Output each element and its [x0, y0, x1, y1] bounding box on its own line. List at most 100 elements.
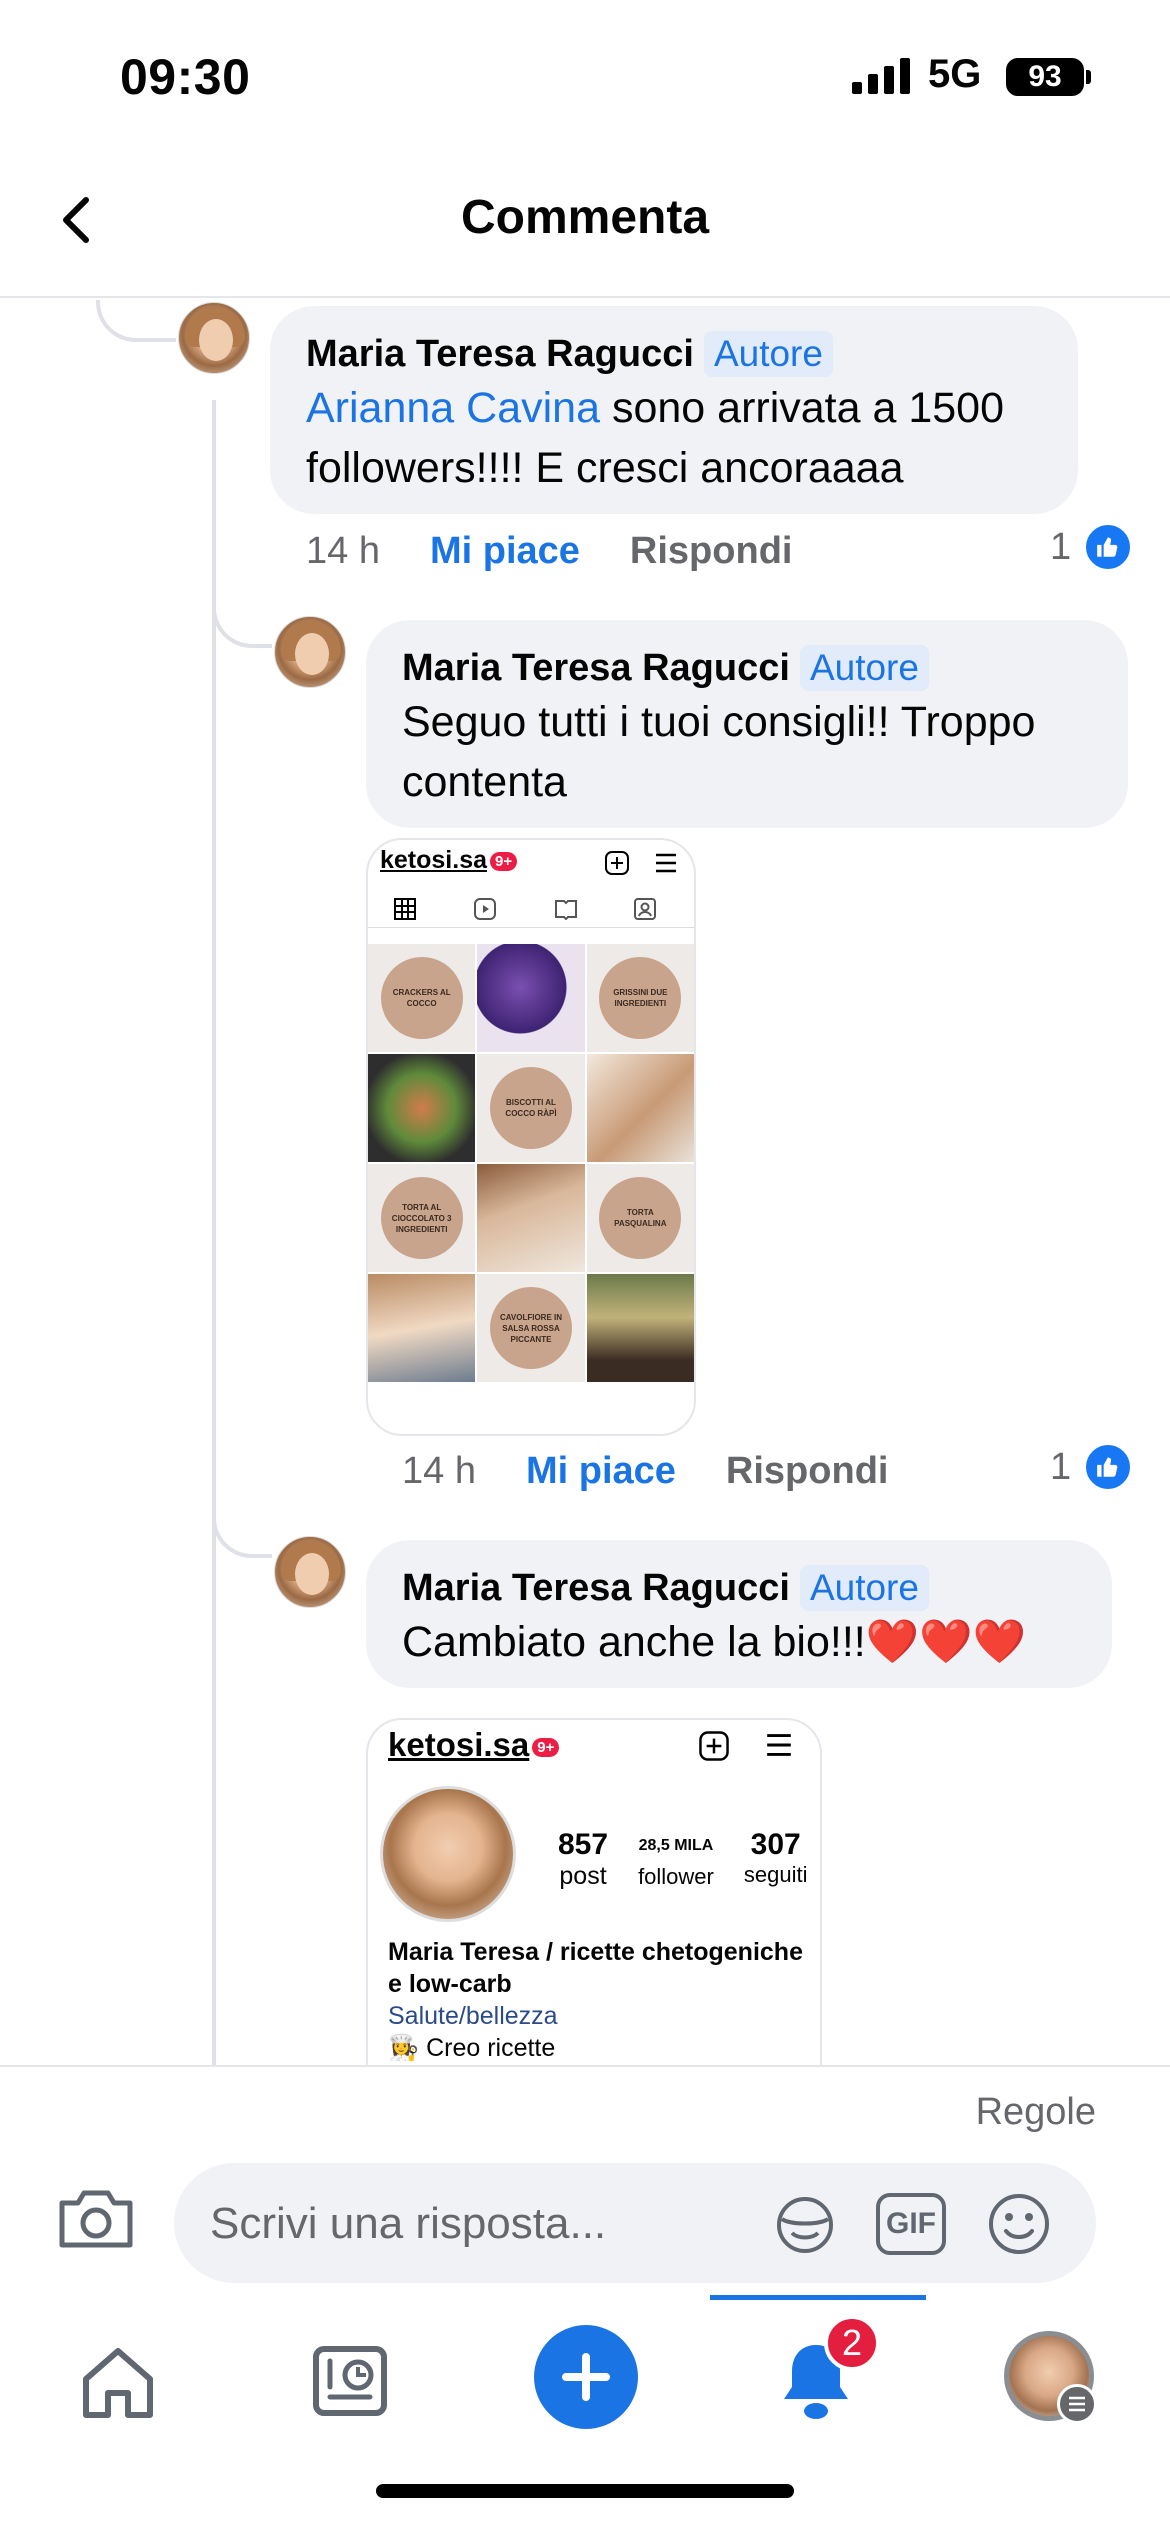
thread-line: [212, 400, 216, 2065]
bio-name: Maria Teresa / ricette chetogeniche e lo…: [388, 1938, 803, 1998]
grid-tile-photo: [368, 1054, 476, 1162]
reaction-count: 1: [1050, 1445, 1072, 1488]
page-title: Commenta: [460, 191, 710, 244]
ig-post-grid: CRACKERS AL COCCO GRISSINI DUE INGREDIEN…: [368, 944, 694, 1382]
comment-thread[interactable]: Maria Teresa Ragucci Autore Arianna Cavi…: [0, 300, 1170, 2065]
menu-icon: [656, 853, 676, 873]
comment-text: Cambiato anche la bio!!!❤️❤️❤️: [402, 1618, 1027, 1666]
comment-time: 14 h: [306, 529, 380, 572]
posts-count: 857: [558, 1828, 609, 1861]
emoji-icon[interactable]: [984, 2189, 1054, 2259]
grid-tile-photo: [586, 1274, 694, 1382]
menu-icon: [1057, 2384, 1097, 2424]
add-icon: [699, 1731, 729, 1761]
grid-tile-photo: [586, 1054, 694, 1162]
grid-tile: GRISSINI DUE INGREDIENTI: [586, 944, 694, 1052]
battery-icon: 93: [1006, 58, 1084, 96]
signal-icon: [852, 58, 910, 94]
grid-tile: CRACKERS AL COCCO: [368, 944, 476, 1052]
rules-link[interactable]: Regole: [976, 2091, 1096, 2134]
comment-actions: 14 h Mi piace Rispondi: [306, 526, 792, 576]
avatar-sticker-icon[interactable]: [770, 2189, 840, 2259]
home-icon[interactable]: [68, 2331, 168, 2431]
profile-menu-avatar[interactable]: [1004, 2331, 1097, 2424]
following-label: seguiti: [743, 1862, 808, 1887]
grid-tile: BISCOTTI AL COCCO RÀPÌ: [477, 1054, 585, 1162]
status-bar: 09:30 5G 93: [0, 0, 1170, 150]
grid-tile: TORTA AL CIOCCOLATO 3 INGREDIENTI: [368, 1164, 476, 1272]
thumbs-up-icon: [1083, 522, 1134, 572]
reaction-summary[interactable]: 1: [1050, 1442, 1134, 1492]
reply-connector: [212, 1480, 272, 1558]
mention-link[interactable]: Arianna Cavina: [306, 384, 600, 432]
reaction-count: 1: [1050, 525, 1072, 568]
reply-button[interactable]: Rispondi: [630, 530, 793, 573]
ig-tabs: [368, 888, 694, 928]
active-tab-indicator: [710, 2295, 926, 2300]
ig-notif-badge: 9+: [490, 851, 518, 871]
followers-label: follower: [638, 1864, 714, 1889]
comment-time: 14 h: [402, 1449, 476, 1492]
grid-icon: [394, 898, 416, 920]
page-header: Commenta: [0, 150, 1170, 298]
grid-tile-photo: [477, 944, 585, 1052]
avatar[interactable]: [274, 1536, 346, 1608]
author-badge: Autore: [703, 331, 833, 377]
home-indicator: [376, 2484, 794, 2498]
attached-screenshot[interactable]: ketosi.sa 9+ CRACKERS AL COCCO GRISSINI D…: [366, 838, 696, 1436]
followers-count: 28,5 MILA: [638, 1837, 714, 1854]
attached-screenshot[interactable]: ketosi.sa 9+ 857 post 28,5 MILA follower 30…: [366, 1718, 822, 2065]
grid-tile-photo: [477, 1164, 585, 1272]
dashboard-icon[interactable]: [300, 2331, 400, 2431]
ig-handle: ketosi.sa 9+: [388, 1726, 560, 1764]
ig-bio: Maria Teresa / ricette chetogeniche e lo…: [388, 1936, 808, 2064]
comment-text: Seguo tutti i tuoi consigli!! Troppo con…: [402, 698, 1036, 806]
comment-bubble[interactable]: Maria Teresa Ragucci Autore Arianna Cavi…: [270, 306, 1078, 514]
add-icon: [605, 851, 629, 875]
following-count: 307: [750, 1828, 801, 1861]
thumbs-up-icon: [1083, 1442, 1134, 1492]
grid-tile: TORTA PASQUALINA: [586, 1164, 694, 1272]
network-label: 5G: [928, 52, 982, 96]
plus-icon: [562, 2353, 610, 2401]
status-time: 09:30: [120, 49, 251, 105]
reply-input[interactable]: Scrivi una risposta... GIF: [174, 2163, 1096, 2283]
author-badge: Autore: [799, 1565, 929, 1611]
like-button[interactable]: Mi piace: [430, 530, 580, 573]
battery-tip: [1086, 70, 1091, 84]
grid-tile-photo: [368, 1274, 476, 1382]
bio-category: Salute/bellezza: [388, 2002, 558, 2030]
comment-author[interactable]: Maria Teresa Ragucci: [306, 333, 694, 376]
comment-author[interactable]: Maria Teresa Ragucci: [402, 647, 790, 690]
posts-label: post: [559, 1862, 607, 1890]
guide-icon: [555, 900, 577, 920]
avatar[interactable]: [274, 616, 346, 688]
grid-tile: CAVOLFIORE IN SALSA ROSSA PICCANTE: [477, 1274, 585, 1382]
notifications-badge: 2: [824, 2315, 880, 2371]
battery-level: 93: [1028, 60, 1062, 93]
reply-button[interactable]: Rispondi: [726, 1450, 889, 1493]
ig-profile-stats: 857 post 28,5 MILA follower 307 seguiti: [558, 1828, 807, 1891]
reply-composer: Regole Scrivi una risposta... GIF: [0, 2065, 1170, 2295]
comment-text: Arianna Cavina sono arrivata a 1500 foll…: [306, 384, 1005, 492]
reply-connector: [212, 550, 272, 648]
menu-icon: [767, 1734, 791, 1756]
comment-author[interactable]: Maria Teresa Ragucci: [402, 1567, 790, 1610]
reaction-summary[interactable]: 1: [1050, 522, 1134, 572]
ig-notif-badge: 9+: [532, 1737, 560, 1757]
thread-connector: [96, 300, 176, 342]
ig-handle: ketosi.sa 9+: [380, 846, 518, 875]
avatar[interactable]: [178, 302, 250, 374]
gif-button[interactable]: GIF: [876, 2193, 946, 2255]
like-button[interactable]: Mi piace: [526, 1450, 676, 1493]
camera-icon[interactable]: [56, 2183, 136, 2253]
tagged-icon: [634, 898, 656, 920]
reels-icon: [474, 898, 496, 920]
comment-bubble[interactable]: Maria Teresa Ragucci Autore Seguo tutti …: [366, 620, 1128, 828]
bio-line: 👩‍🍳 Creo ricette: [388, 2034, 556, 2062]
ig-profile-avatar: [380, 1786, 516, 1922]
comment-bubble[interactable]: Maria Teresa Ragucci Autore Cambiato anc…: [366, 1540, 1112, 1688]
reply-placeholder: Scrivi una risposta...: [210, 2199, 607, 2248]
author-badge: Autore: [799, 645, 929, 691]
create-post-button[interactable]: [534, 2325, 638, 2429]
